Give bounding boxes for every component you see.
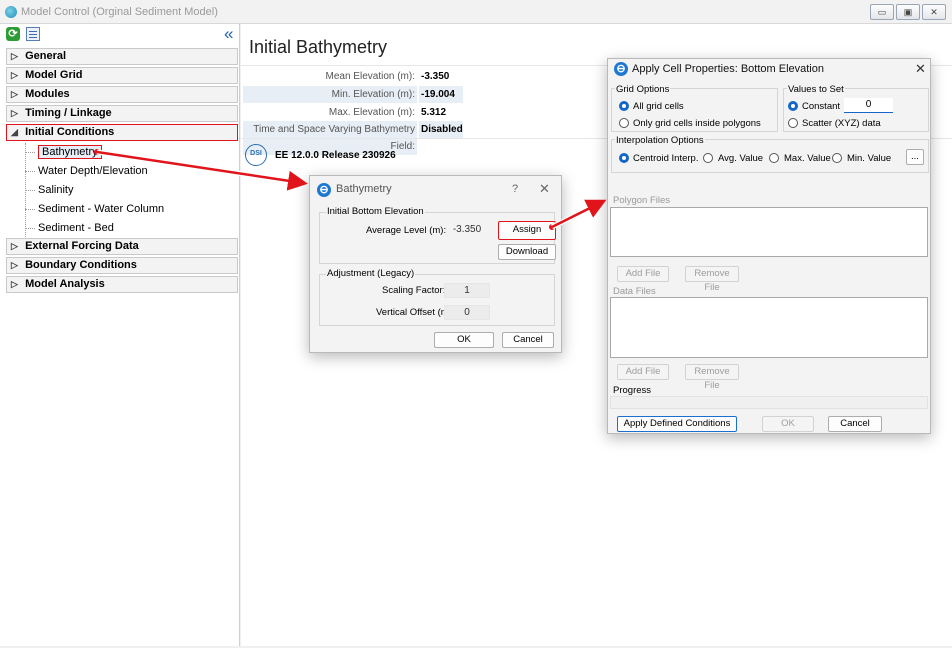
expand-arrow-icon: ▷ xyxy=(11,51,18,61)
dialog-app-icon: ⊖ xyxy=(317,183,331,197)
dsi-logo: DSI xyxy=(245,144,267,166)
expand-arrow-icon: ▷ xyxy=(11,279,18,289)
initial-bottom-elevation-group: Initial Bottom Elevation Average Level (… xyxy=(319,206,556,264)
tree-group-timing-linkage[interactable]: ▷ Timing / Linkage xyxy=(6,105,238,122)
polygon-remove-file-button[interactable]: Remove File xyxy=(685,266,739,293)
tree-item-sediment-bed[interactable]: Sediment - Bed xyxy=(6,219,238,238)
more-options-button[interactable]: ... xyxy=(906,149,924,165)
page-title: Initial Bathymetry xyxy=(249,37,388,57)
tree-group-external-forcing[interactable]: ▷ External Forcing Data xyxy=(6,238,238,255)
grid-cells-in-polygons-radio[interactable] xyxy=(619,118,629,128)
polygon-files-list[interactable] xyxy=(610,207,928,257)
dialog-titlebar: ⊖ Bathymetry ? ✕ xyxy=(310,176,561,204)
minimize-button[interactable]: ▭ xyxy=(870,4,894,20)
all-grid-cells-radio[interactable] xyxy=(619,101,629,111)
window-controls: ▭ ▣ ✕ xyxy=(870,4,946,20)
release-label: EE 12.0.0 Release 230926 xyxy=(275,150,396,161)
dialog-app-icon: ⊖ xyxy=(614,62,628,76)
tree-group-model-grid[interactable]: ▷ Model Grid xyxy=(6,67,238,84)
tree-group-boundary-conditions[interactable]: ▷ Boundary Conditions xyxy=(6,257,238,274)
scatter-data-radio[interactable] xyxy=(788,118,798,128)
expand-arrow-icon: ▷ xyxy=(11,108,18,118)
data-files-list[interactable] xyxy=(610,297,928,358)
close-button[interactable]: ✕ xyxy=(922,4,946,20)
constant-value-input[interactable]: 0 xyxy=(844,98,893,113)
interpolation-options-group: Interpolation Options Centroid Interp. A… xyxy=(611,135,929,173)
tree-group-model-analysis[interactable]: ▷ Model Analysis xyxy=(6,276,238,293)
expand-arrow-icon: ▷ xyxy=(11,260,18,270)
navigation-panel: ⟳ « ▷ General ▷ Model Grid ▷ Modules ▷ T… xyxy=(0,24,240,646)
average-level-label: Average Level (m): xyxy=(366,225,447,236)
collapse-arrow-icon: ◢ xyxy=(11,127,18,137)
report-icon[interactable] xyxy=(26,27,40,41)
window-titlebar: Model Control (Orginal Sediment Model) ▭… xyxy=(0,0,952,24)
expand-arrow-icon: ▷ xyxy=(11,89,18,99)
adjustment-group: Adjustment (Legacy) Scaling Factor: 1 Ve… xyxy=(319,268,555,326)
cancel-button[interactable]: Cancel xyxy=(502,332,554,348)
tree-item-water-depth[interactable]: Water Depth/Elevation xyxy=(6,162,238,181)
data-add-file-button[interactable]: Add File xyxy=(617,364,669,380)
tree-item-sediment-water-column[interactable]: Sediment - Water Column xyxy=(6,200,238,219)
dialog-title: Bathymetry xyxy=(336,183,392,195)
avg-value-radio[interactable] xyxy=(703,153,713,163)
maximize-button[interactable]: ▣ xyxy=(896,4,920,20)
vertical-offset-field[interactable]: 0 xyxy=(444,305,490,320)
tree-item-salinity[interactable]: Salinity xyxy=(6,181,238,200)
close-icon[interactable]: ✕ xyxy=(539,181,550,197)
dialog-title: Apply Cell Properties: Bottom Elevation xyxy=(632,63,824,75)
data-files-label: Data Files xyxy=(613,286,656,297)
values-to-set-group: Values to Set Constant 0 Scatter (XYZ) d… xyxy=(783,84,929,132)
data-remove-file-button[interactable]: Remove File xyxy=(685,364,739,391)
polygon-files-label: Polygon Files xyxy=(613,195,671,206)
cancel-button[interactable]: Cancel xyxy=(828,416,882,432)
polygon-add-file-button[interactable]: Add File xyxy=(617,266,669,282)
average-level-value: -3.350 xyxy=(452,224,482,235)
progress-label: Progress xyxy=(613,385,652,396)
ok-button[interactable]: OK xyxy=(762,416,814,432)
centroid-interp-radio[interactable] xyxy=(619,153,629,163)
expand-arrow-icon: ▷ xyxy=(11,70,18,80)
dialog-titlebar: ⊖ Apply Cell Properties: Bottom Elevatio… xyxy=(608,59,930,87)
collapse-panel-icon[interactable]: « xyxy=(224,24,233,44)
bathymetry-dialog: ⊖ Bathymetry ? ✕ Initial Bottom Elevatio… xyxy=(309,175,562,353)
expand-arrow-icon: ▷ xyxy=(11,241,18,251)
ok-button[interactable]: OK xyxy=(434,332,494,348)
tree-item-bathymetry[interactable]: Bathymetry xyxy=(6,143,238,162)
constant-radio[interactable] xyxy=(788,101,798,111)
model-tree: ▷ General ▷ Model Grid ▷ Modules ▷ Timin… xyxy=(6,48,238,295)
panel-toolbar: ⟳ « xyxy=(0,24,240,44)
apply-defined-conditions-button[interactable]: Apply Defined Conditions xyxy=(617,416,737,432)
window-title: Model Control (Orginal Sediment Model) xyxy=(21,6,218,18)
tree-group-initial-conditions[interactable]: ◢ Initial Conditions xyxy=(6,124,238,141)
close-icon[interactable]: ✕ xyxy=(915,61,926,77)
vertical-offset-label: Vertical Offset (m): xyxy=(376,307,455,318)
max-value-radio[interactable] xyxy=(769,153,779,163)
tree-group-general[interactable]: ▷ General xyxy=(6,48,238,65)
min-value-radio[interactable] xyxy=(832,153,842,163)
scaling-factor-label: Scaling Factor: xyxy=(382,285,446,296)
app-logo-icon xyxy=(5,6,17,18)
initial-conditions-children: Bathymetry Water Depth/Elevation Salinit… xyxy=(6,143,238,238)
help-icon[interactable]: ? xyxy=(512,183,518,195)
grid-options-group: Grid Options All grid cells Only grid ce… xyxy=(611,84,778,132)
refresh-icon[interactable]: ⟳ xyxy=(6,27,20,41)
assign-button[interactable]: Assign xyxy=(498,221,556,240)
download-button[interactable]: Download xyxy=(498,244,556,260)
scaling-factor-field[interactable]: 1 xyxy=(444,283,490,298)
progress-bar xyxy=(610,396,928,409)
apply-cell-properties-dialog: ⊖ Apply Cell Properties: Bottom Elevatio… xyxy=(607,58,931,434)
tree-group-modules[interactable]: ▷ Modules xyxy=(6,86,238,103)
